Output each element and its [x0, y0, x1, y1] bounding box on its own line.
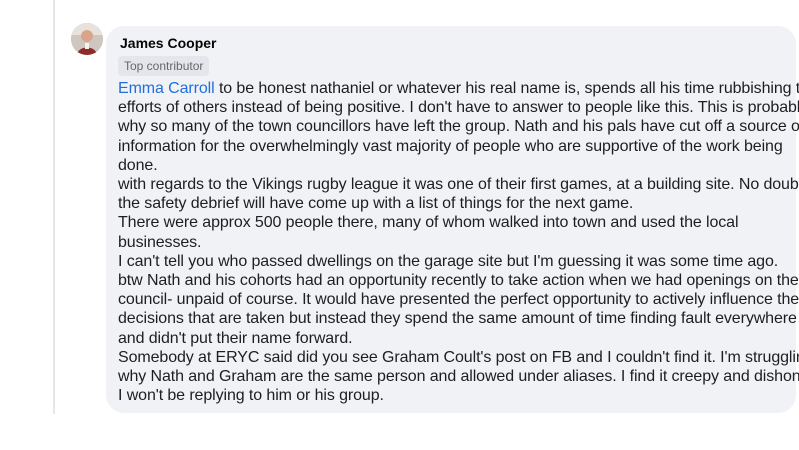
comment-line: decisions that are taken but instead the…: [118, 310, 797, 328]
reply-thread-line: [53, 0, 55, 414]
comment-line: I can't tell you who passed dwellings on…: [118, 252, 779, 270]
profile-photo-icon: [71, 23, 103, 55]
mention-link[interactable]: Emma Carroll: [118, 80, 215, 97]
comment-line: There were approx 500 people there, many…: [118, 214, 739, 232]
comment-line: efforts of others instead of being posit…: [118, 99, 799, 117]
comment-line: Somebody at ERYC said did you see Graham…: [118, 348, 799, 366]
comment-author[interactable]: James Cooper: [120, 34, 796, 52]
comment-line: with regards to the Vikings rugby league…: [118, 176, 799, 194]
comment-line: btw Nath and his cohorts had an opportun…: [118, 272, 799, 290]
comment-line: information for the overwhelmingly vast …: [118, 137, 783, 155]
comment-line: why so many of the town councillors have…: [118, 118, 799, 136]
comment-bubble: James Cooper Top contributor Emma Carrol…: [106, 26, 799, 413]
comment-line: and didn't put their name forward.: [118, 329, 353, 347]
top-contributor-badge: Top contributor: [118, 56, 210, 76]
comment-line: why Nath and Graham are the same person …: [118, 368, 799, 386]
comment-line: businesses.: [118, 233, 202, 251]
avatar[interactable]: [71, 23, 103, 55]
comment-line: done.: [118, 156, 158, 174]
comment-line: Emma Carroll to be honest nathaniel or w…: [118, 80, 799, 97]
comment-line: I won't be replying to him or his group.: [118, 387, 384, 405]
comment-line: the safety debrief will have come up wit…: [118, 195, 634, 213]
comment-line: council- unpaid of course. It would have…: [118, 291, 799, 309]
comment-text: Emma Carroll to be honest nathaniel or w…: [118, 79, 799, 405]
